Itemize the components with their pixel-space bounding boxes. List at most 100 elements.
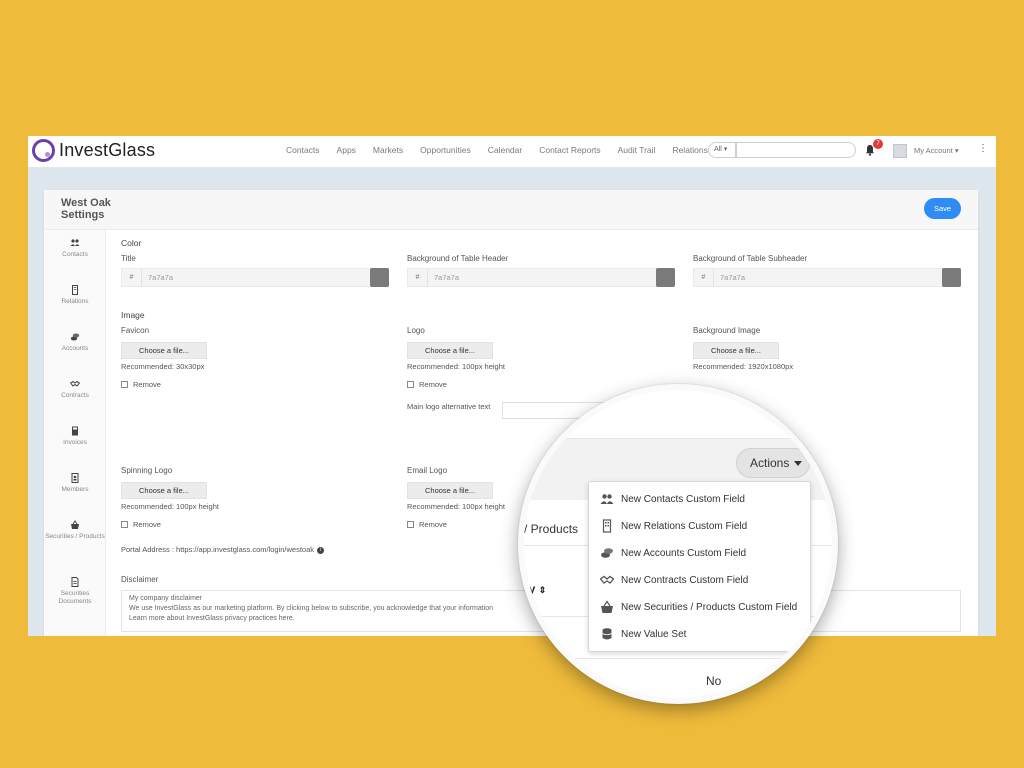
menu-item-label: New Securities / Products Custom Field	[621, 601, 798, 613]
magnified-view: Actions / Products ry ⇕ No New Contacts …	[524, 390, 832, 698]
users-icon	[600, 494, 614, 504]
sidebar-item-members[interactable]: Members	[44, 473, 106, 494]
email-logo-hint: Recommended: 100px height	[407, 502, 505, 511]
coins-icon	[70, 333, 80, 341]
settings-panel: West Oak Settings Save Contacts Relation…	[44, 190, 978, 636]
table-header-color-swatch[interactable]	[656, 268, 675, 287]
caret-down-icon	[794, 461, 803, 467]
color-value: 7a7a7a	[434, 273, 460, 282]
info-icon[interactable]: i	[317, 546, 325, 554]
logo-text: InvestGlass	[59, 140, 156, 160]
menu-item-label: New Value Set	[621, 628, 687, 640]
basket-icon	[71, 520, 79, 529]
handshake-icon	[600, 575, 614, 584]
sidebar-item-relations[interactable]: Relations	[44, 285, 106, 306]
sidebar-item-label: Contracts	[61, 392, 89, 399]
logo-remove-checkbox[interactable]	[407, 381, 414, 388]
title-color-swatch[interactable]	[370, 268, 389, 287]
sidebar-item-securities-products[interactable]: Securities / Products	[44, 520, 106, 541]
save-button[interactable]: Save	[924, 198, 961, 219]
sidebar-item-label: Securities Documents	[58, 590, 92, 605]
search-input[interactable]	[736, 142, 856, 158]
nav-relations[interactable]: Relations	[672, 145, 707, 155]
background-image-label: Background Image	[693, 326, 761, 335]
menu-item-new-contracts-custom-field[interactable]: New Contracts Custom Field	[589, 567, 810, 593]
coins-icon	[601, 548, 613, 558]
nav-contacts[interactable]: Contacts	[286, 145, 320, 155]
email-logo-choose-file-button[interactable]: Choose a file...	[407, 482, 493, 499]
background-choose-file-button[interactable]: Choose a file...	[693, 342, 779, 359]
sort-icon[interactable]: ⇕	[539, 585, 547, 595]
nav-calendar[interactable]: Calendar	[488, 145, 523, 155]
products-column-header: / Products	[524, 522, 579, 536]
nav-audit-trail[interactable]: Audit Trail	[618, 145, 656, 155]
app-screenshot: InvestGlass Contacts Apps Markets Opport…	[28, 136, 996, 636]
actions-dropdown-button[interactable]: Actions	[736, 448, 810, 478]
spinning-logo-remove-checkbox[interactable]	[121, 521, 128, 528]
logo-choose-file-button[interactable]: Choose a file...	[407, 342, 493, 359]
color-value: 7a7a7a	[148, 273, 174, 282]
spinning-logo-label: Spinning Logo	[121, 466, 173, 475]
nav-apps[interactable]: Apps	[337, 145, 356, 155]
sidebar-item-invoices[interactable]: Invoices	[44, 426, 106, 447]
sidebar-item-accounts[interactable]: Accounts	[44, 332, 106, 353]
remove-label: Remove	[419, 380, 447, 389]
search-scope-value: All	[714, 146, 722, 153]
hash-prefix: #	[122, 269, 142, 286]
menu-item-label: New Relations Custom Field	[621, 520, 748, 532]
sidebar-item-contacts[interactable]: Contacts	[44, 238, 106, 259]
menu-item-new-contacts-custom-field[interactable]: New Contacts Custom Field	[589, 486, 810, 512]
id-badge-icon	[71, 473, 79, 483]
portal-address-text: Portal Address : https://app.investglass…	[121, 545, 315, 554]
users-icon	[70, 239, 80, 246]
email-logo-remove-checkbox[interactable]	[407, 521, 414, 528]
logo-mark-icon	[32, 139, 55, 162]
actions-menu: New Contacts Custom Field New Relations …	[588, 481, 811, 652]
section-color: Color	[121, 238, 142, 248]
table-subheader-color-swatch[interactable]	[942, 268, 961, 287]
category-column-header[interactable]: ry ⇕	[524, 582, 546, 596]
title-color-field[interactable]: # 7a7a7a	[121, 268, 389, 287]
logo[interactable]: InvestGlass	[32, 139, 155, 162]
favicon-remove-checkbox[interactable]	[121, 381, 128, 388]
favicon-choose-file-button[interactable]: Choose a file...	[121, 342, 207, 359]
sidebar-item-label: Contacts	[62, 251, 88, 258]
spinning-logo-hint: Recommended: 100px height	[121, 502, 219, 511]
category-text: ry	[524, 582, 536, 596]
email-logo-label: Email Logo	[407, 466, 448, 475]
building-icon	[72, 285, 78, 295]
sidebar-item-contracts[interactable]: Contracts	[44, 379, 106, 400]
menu-item-new-accounts-custom-field[interactable]: New Accounts Custom Field	[589, 540, 810, 566]
table-subheader-color-field[interactable]: # 7a7a7a	[693, 268, 961, 287]
menu-item-new-securities-products-custom-field[interactable]: New Securities / Products Custom Field	[589, 594, 810, 620]
sidebar-item-securities-documents[interactable]: Securities Documents	[44, 577, 106, 606]
more-options-icon[interactable]: ⋮	[978, 143, 988, 154]
favicon-label: Favicon	[121, 326, 150, 335]
account-label: My Account	[914, 146, 953, 155]
nav-opportunities[interactable]: Opportunities	[420, 145, 471, 155]
main-nav: Contacts Apps Markets Opportunities Cale…	[286, 136, 725, 164]
sidebar-item-label: Invoices	[63, 439, 87, 446]
hash-prefix: #	[408, 269, 428, 286]
portal-address: Portal Address : https://app.investglass…	[121, 545, 325, 554]
remove-label: Remove	[133, 520, 161, 529]
document-icon	[71, 577, 79, 587]
nav-contact-reports[interactable]: Contact Reports	[539, 145, 600, 155]
notification-badge: 7	[873, 139, 883, 149]
color-value: 7a7a7a	[720, 273, 746, 282]
menu-item-new-value-set[interactable]: New Value Set	[589, 621, 810, 647]
disclaimer-label: Disclaimer	[121, 575, 159, 584]
divider	[524, 658, 832, 659]
favicon-hint: Recommended: 30x30px	[121, 362, 205, 371]
database-icon	[602, 628, 612, 640]
sidebar-item-label: Securities / Products	[45, 533, 105, 540]
table-header-color-field[interactable]: # 7a7a7a	[407, 268, 675, 287]
account-menu[interactable]: My Account ▾	[914, 146, 959, 155]
building-icon	[602, 519, 612, 533]
handshake-icon	[70, 380, 80, 387]
spinning-logo-choose-file-button[interactable]: Choose a file...	[121, 482, 207, 499]
nav-markets[interactable]: Markets	[373, 145, 403, 155]
search-scope-select[interactable]: All ▾	[708, 142, 736, 158]
avatar[interactable]	[893, 144, 907, 158]
menu-item-new-relations-custom-field[interactable]: New Relations Custom Field	[589, 513, 810, 539]
